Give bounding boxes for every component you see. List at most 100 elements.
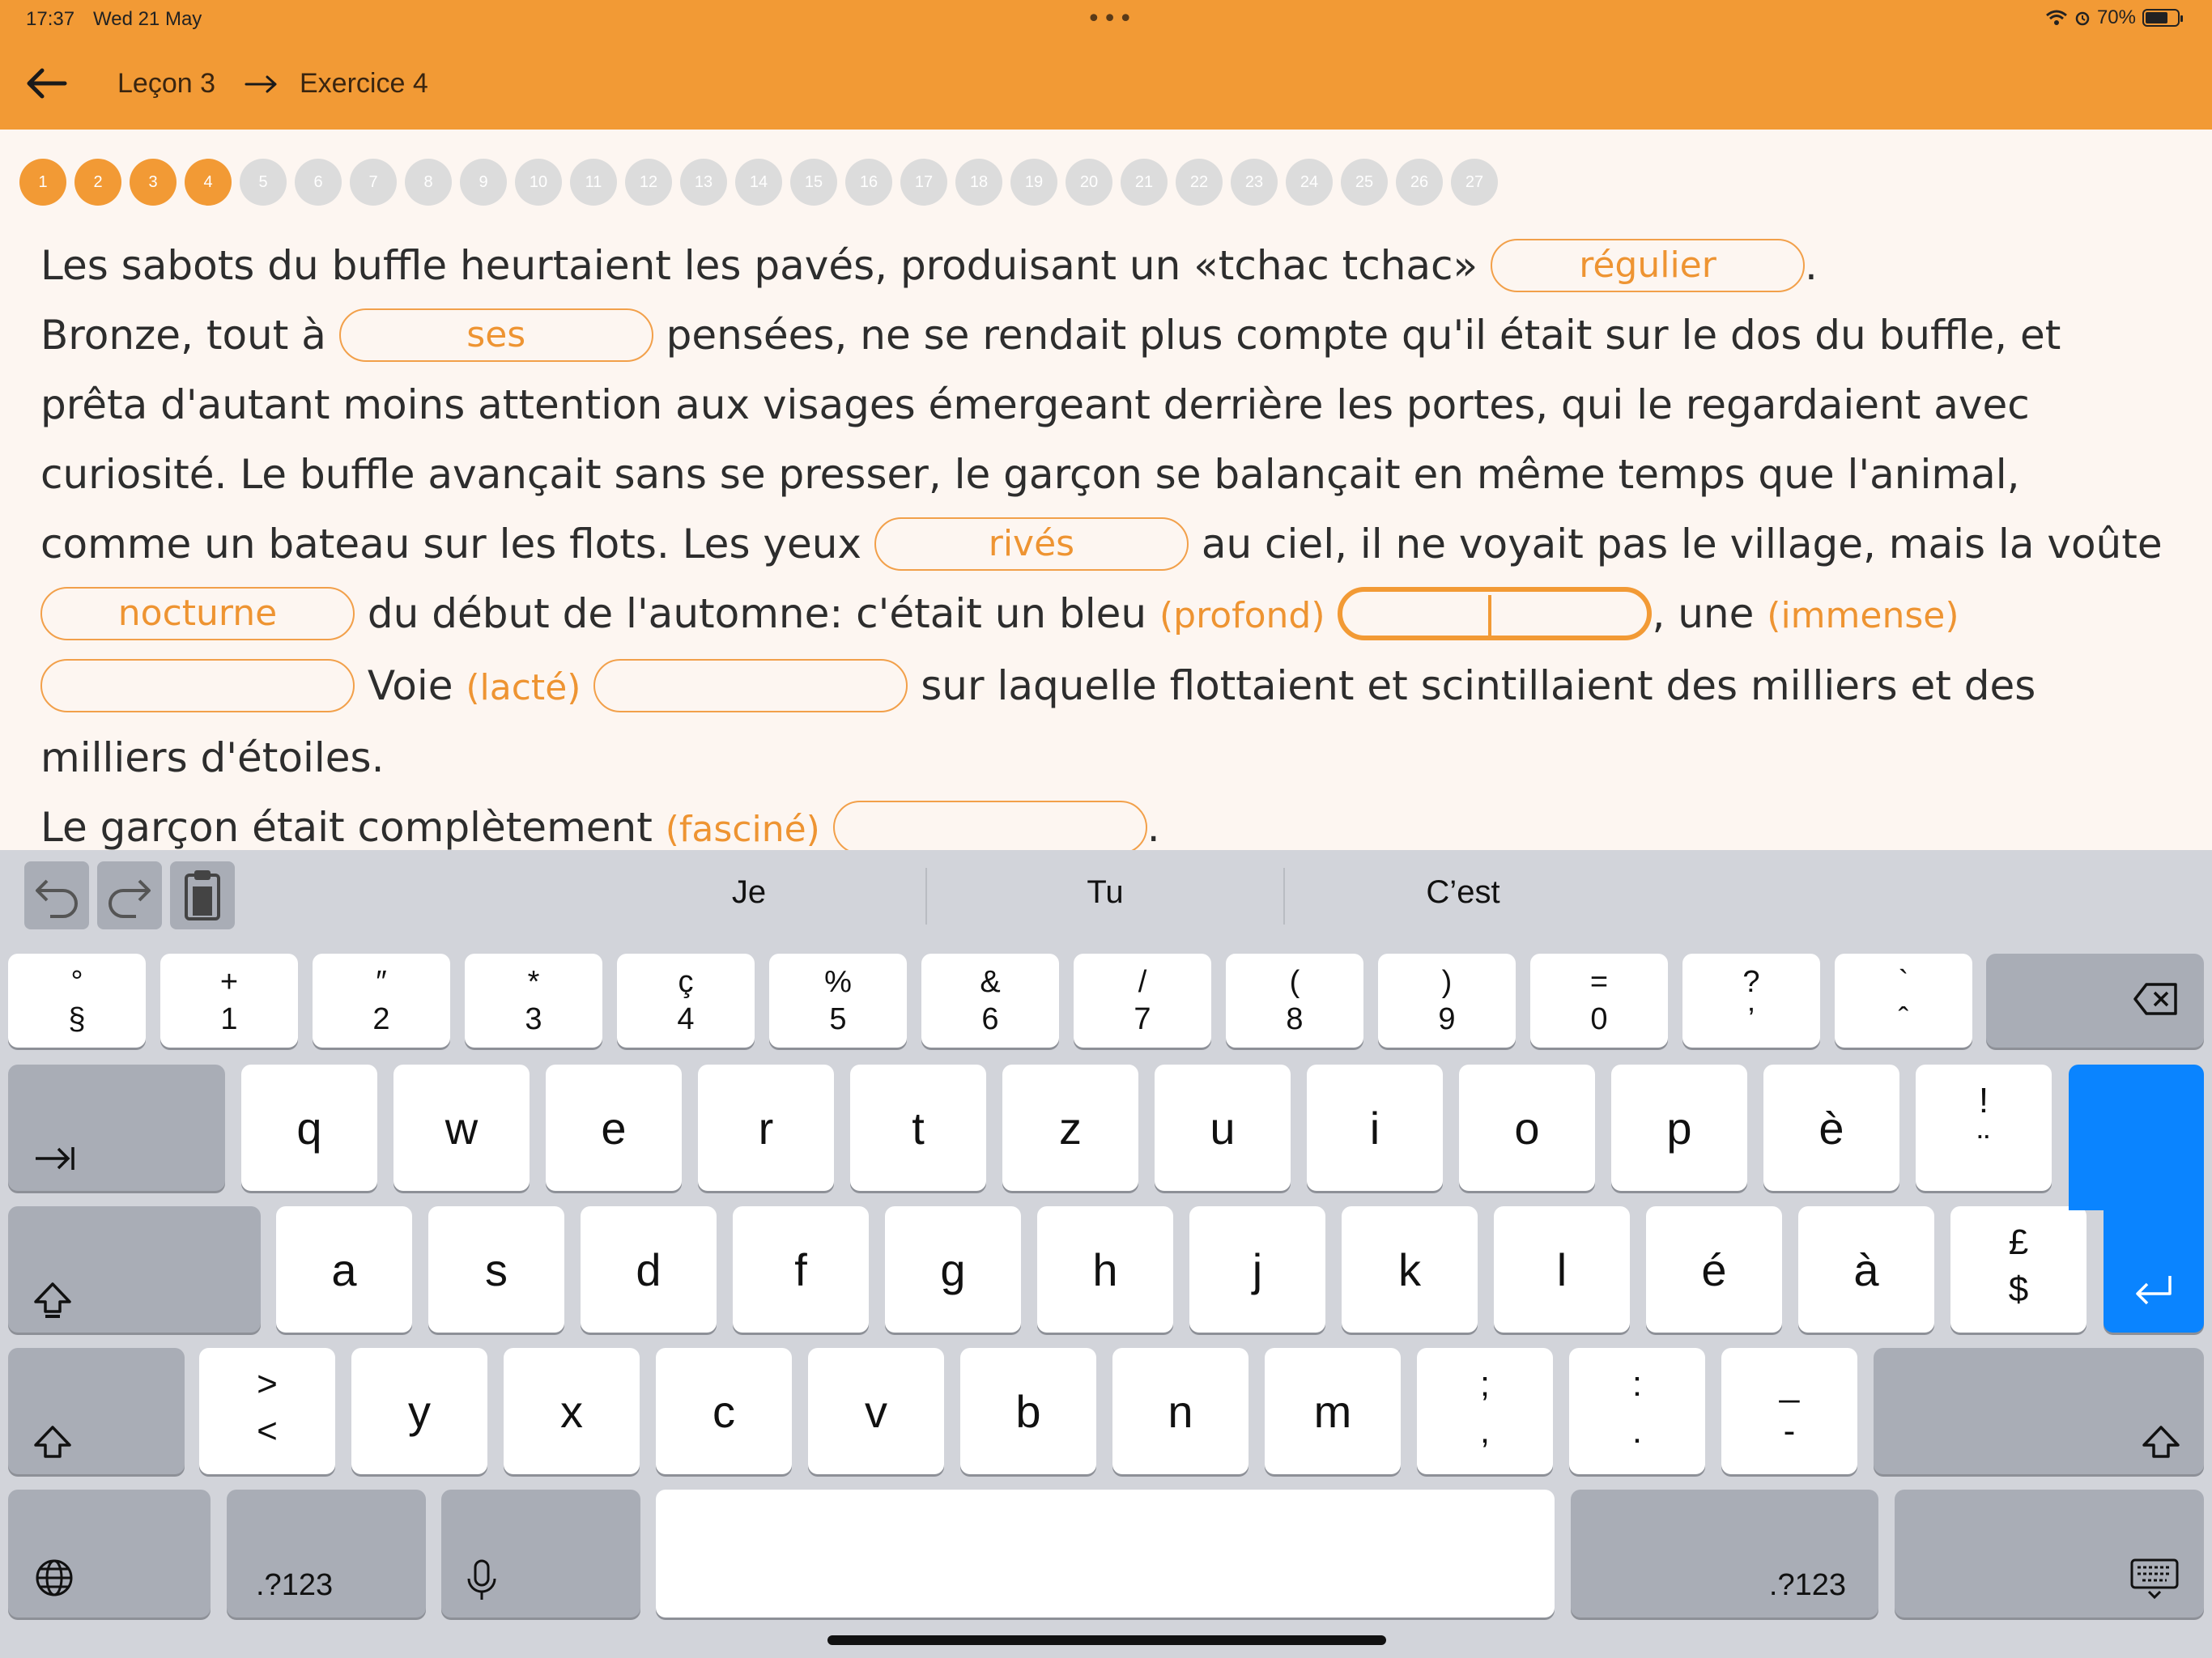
progress-step[interactable]: 4	[185, 159, 232, 206]
progress-step[interactable]: 10	[515, 159, 562, 206]
progress-step[interactable]: 20	[1066, 159, 1112, 206]
key-8[interactable]: (8	[1226, 954, 1363, 1048]
breadcrumb-lesson[interactable]: Leçon 3	[117, 68, 215, 100]
key-5[interactable]: % 5	[769, 954, 907, 1048]
multitasking-dots[interactable]: •••	[1087, 7, 1134, 32]
key-g[interactable]: g	[885, 1206, 1021, 1333]
key-b[interactable]: b	[960, 1348, 1096, 1474]
key-a[interactable]: a	[276, 1206, 412, 1333]
progress-step[interactable]: 3	[130, 159, 177, 206]
tab-key[interactable]	[8, 1065, 225, 1191]
key-c[interactable]: c	[656, 1348, 792, 1474]
key-à[interactable]: à	[1798, 1206, 1934, 1333]
dictation-key[interactable]	[441, 1490, 640, 1618]
key-m[interactable]: m	[1265, 1348, 1401, 1474]
key-t[interactable]: t	[850, 1065, 986, 1191]
globe-key[interactable]	[8, 1490, 211, 1618]
undo-icon[interactable]	[24, 861, 89, 929]
progress-step[interactable]: 25	[1341, 159, 1388, 206]
key-’[interactable]: ?’	[1682, 954, 1820, 1048]
key-p[interactable]: p	[1611, 1065, 1747, 1191]
progress-step[interactable]: 26	[1396, 159, 1443, 206]
key-o[interactable]: o	[1459, 1065, 1595, 1191]
key-3[interactable]: * 3	[465, 954, 602, 1048]
key-f[interactable]: f	[733, 1206, 869, 1333]
progress-step[interactable]: 9	[460, 159, 507, 206]
shift-key-left[interactable]	[8, 1348, 185, 1474]
suggestion-3[interactable]: C’est	[1285, 874, 1641, 911]
key-7[interactable]: /7	[1074, 954, 1211, 1048]
suggestion-2[interactable]: Tu	[927, 874, 1283, 911]
return-key[interactable]	[2104, 1198, 2204, 1333]
hide-keyboard-key[interactable]	[1895, 1490, 2204, 1618]
key-x[interactable]: x	[504, 1348, 640, 1474]
key-u[interactable]: u	[1155, 1065, 1291, 1191]
key-k[interactable]: k	[1342, 1206, 1478, 1333]
key-2[interactable]: ″ 2	[313, 954, 450, 1048]
progress-step[interactable]: 22	[1176, 159, 1223, 206]
progress-step[interactable]: 18	[955, 159, 1002, 206]
answer-field[interactable]	[40, 658, 355, 712]
redo-icon[interactable]	[97, 861, 162, 929]
progress-step[interactable]: 13	[680, 159, 727, 206]
progress-step[interactable]: 14	[735, 159, 782, 206]
key-greater-less[interactable]: > <	[199, 1348, 335, 1474]
key-6[interactable]: & 6	[921, 954, 1059, 1048]
shift-key-right[interactable]	[1874, 1348, 2204, 1474]
arrow-left-icon[interactable]	[23, 63, 68, 104]
key-9[interactable]: ) 9	[1378, 954, 1516, 1048]
progress-step[interactable]: 11	[570, 159, 617, 206]
answer-field[interactable]: ses	[338, 308, 653, 362]
key-ˆ[interactable]: ` ˆ	[1835, 954, 1972, 1048]
progress-step[interactable]: 5	[240, 159, 287, 206]
progress-step[interactable]: 15	[790, 159, 837, 206]
key-è[interactable]: è	[1763, 1065, 1899, 1191]
progress-step[interactable]: 1	[19, 159, 66, 206]
paste-icon[interactable]	[170, 861, 235, 929]
key-j[interactable]: j	[1189, 1206, 1325, 1333]
progress-step[interactable]: 17	[900, 159, 947, 206]
key-punct-1[interactable]: :.	[1569, 1348, 1705, 1474]
answer-field[interactable]	[832, 800, 1147, 854]
progress-step[interactable]: 8	[405, 159, 452, 206]
key-z[interactable]: z	[1002, 1065, 1138, 1191]
answer-field[interactable]: régulier	[1491, 238, 1806, 292]
key-q[interactable]: q	[241, 1065, 377, 1191]
key-4[interactable]: ç4	[617, 954, 755, 1048]
key-h[interactable]: h	[1037, 1206, 1173, 1333]
progress-step[interactable]: 27	[1451, 159, 1498, 206]
suggestion-1[interactable]: Je	[571, 874, 927, 911]
answer-field[interactable]: nocturne	[40, 586, 355, 640]
key-1[interactable]: +1	[160, 954, 298, 1048]
progress-step[interactable]: 23	[1231, 159, 1278, 206]
progress-step[interactable]: 6	[295, 159, 342, 206]
key-§[interactable]: ° §	[8, 954, 146, 1048]
key-y[interactable]: y	[351, 1348, 487, 1474]
key-é[interactable]: é	[1646, 1206, 1782, 1333]
key-s[interactable]: s	[428, 1206, 564, 1333]
space-bar[interactable]	[656, 1490, 1555, 1618]
key-punct-2[interactable]: _ -	[1721, 1348, 1857, 1474]
answer-field[interactable]	[593, 658, 908, 712]
active-answer-field[interactable]	[1338, 586, 1653, 640]
key-d[interactable]: d	[581, 1206, 717, 1333]
key-punct-0[interactable]: ;,	[1417, 1348, 1553, 1474]
progress-step[interactable]: 24	[1286, 159, 1333, 206]
key-w[interactable]: w	[393, 1065, 530, 1191]
key-exclamation[interactable]: ! ¨	[1916, 1065, 2052, 1191]
progress-step[interactable]: 19	[1010, 159, 1057, 206]
key-0[interactable]: = 0	[1530, 954, 1668, 1048]
key-r[interactable]: r	[698, 1065, 834, 1191]
key-e[interactable]: e	[546, 1065, 682, 1191]
progress-step[interactable]: 21	[1121, 159, 1168, 206]
home-indicator[interactable]	[827, 1635, 1386, 1645]
key-n[interactable]: n	[1112, 1348, 1249, 1474]
key-pound[interactable]: £ $	[1950, 1206, 2087, 1333]
key-v[interactable]: v	[808, 1348, 944, 1474]
numbers-key-right[interactable]: .?123	[1571, 1490, 1878, 1618]
progress-step[interactable]: 2	[74, 159, 121, 206]
progress-step[interactable]: 7	[350, 159, 397, 206]
answer-field[interactable]: rivés	[874, 517, 1189, 571]
key-l[interactable]: l	[1494, 1206, 1630, 1333]
return-key-upper[interactable]	[2069, 1065, 2204, 1210]
